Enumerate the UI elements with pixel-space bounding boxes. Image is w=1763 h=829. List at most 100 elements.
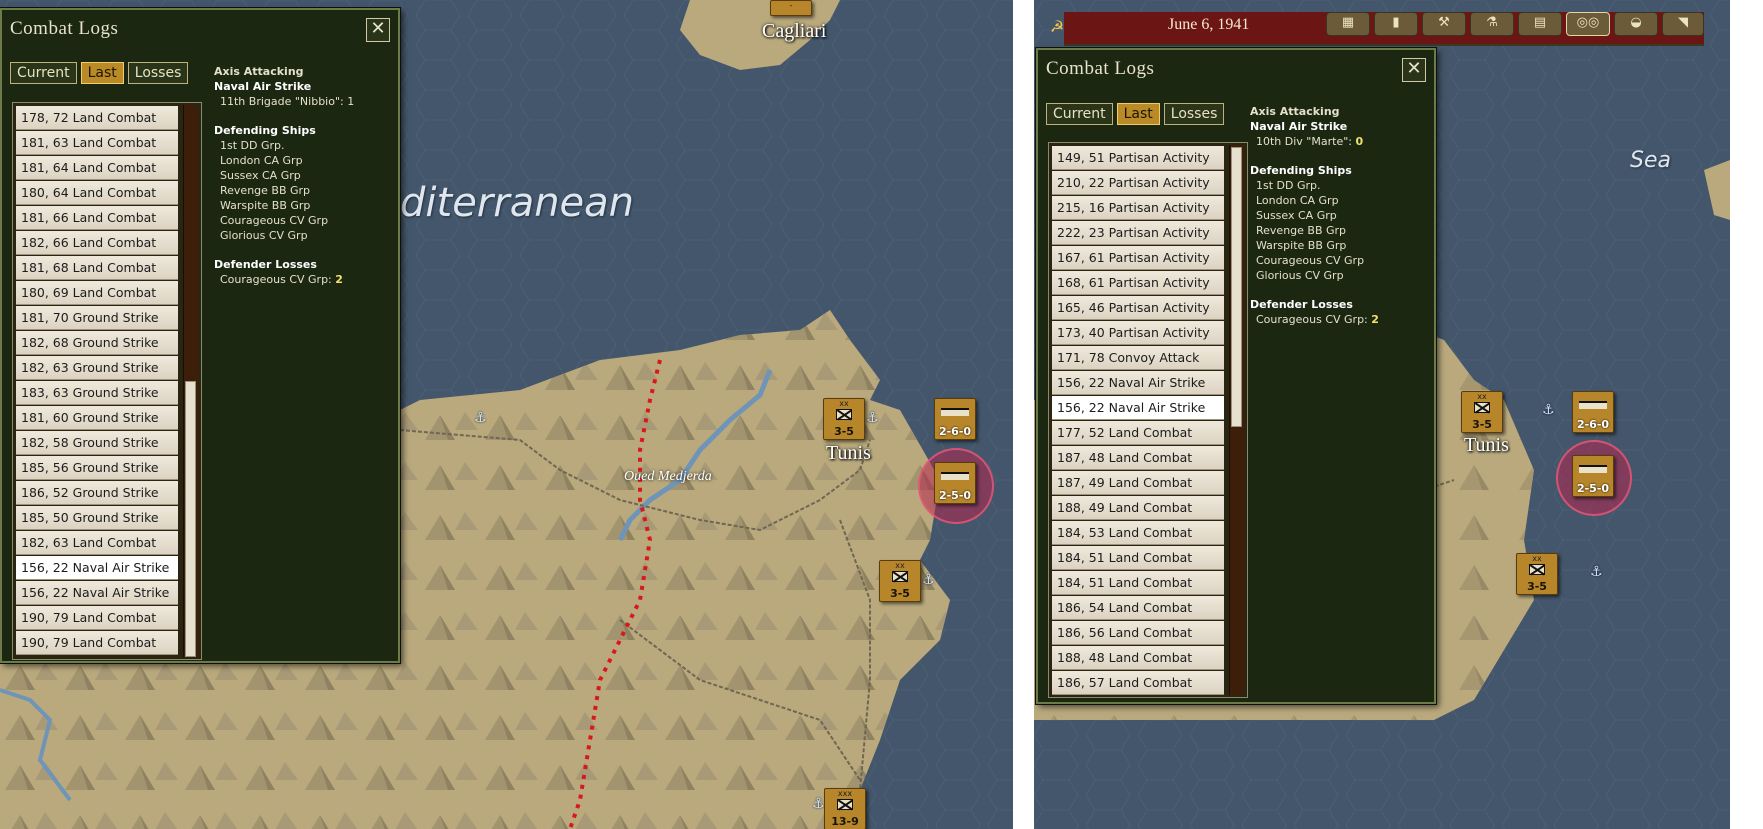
log-list-item[interactable]: 182, 63 Land Combat bbox=[16, 531, 178, 555]
unit-counter-infantry[interactable]: xx 3-5 bbox=[879, 560, 921, 602]
log-list-item[interactable]: 187, 48 Land Combat bbox=[1052, 446, 1224, 470]
unit-counter-corps[interactable]: xxx 13-9 bbox=[824, 788, 866, 829]
loss-line: Courageous CV Grp: 2 bbox=[1250, 312, 1430, 327]
defending-ship-item: 1st DD Grp. bbox=[1256, 179, 1321, 192]
scrollbar[interactable] bbox=[183, 105, 198, 657]
defender-losses-title: Defender Losses bbox=[1250, 298, 1353, 311]
defending-ship-item: Sussex CA Grp bbox=[220, 169, 301, 182]
hat-icon[interactable]: ◒ bbox=[1614, 12, 1658, 36]
log-list-item[interactable]: 186, 52 Ground Strike bbox=[16, 481, 178, 505]
unit-counter-top[interactable]: - bbox=[770, 0, 812, 16]
log-list-item[interactable]: 181, 66 Land Combat bbox=[16, 206, 178, 230]
log-list-item[interactable]: 177, 52 Land Combat bbox=[1052, 421, 1224, 445]
log-list-item[interactable]: 171, 78 Convoy Attack bbox=[1052, 346, 1224, 370]
infantry-icon bbox=[1529, 564, 1545, 575]
log-list-item[interactable]: 181, 63 Land Combat bbox=[16, 131, 178, 155]
unit-counter-naval-air[interactable]: 2-6-0 bbox=[1572, 391, 1614, 433]
log-list-item[interactable]: 181, 70 Ground Strike bbox=[16, 306, 178, 330]
log-list-item[interactable]: 156, 22 Naval Air Strike bbox=[16, 556, 178, 580]
combat-type: Naval Air Strike bbox=[1250, 120, 1348, 133]
report-icon[interactable]: ▤ bbox=[1518, 12, 1562, 36]
log-list-item[interactable]: 180, 69 Land Combat bbox=[16, 281, 178, 305]
log-list-item[interactable]: 181, 64 Land Combat bbox=[16, 156, 178, 180]
log-list-item[interactable]: 190, 79 Land Combat bbox=[16, 631, 178, 655]
log-list-item[interactable]: 184, 53 Land Combat bbox=[1052, 521, 1224, 545]
unit-counter-naval-air[interactable]: 2-5-0 bbox=[1572, 455, 1614, 497]
log-list-item[interactable]: 188, 48 Land Combat bbox=[1052, 646, 1224, 670]
log-list-item[interactable]: 185, 50 Ground Strike bbox=[16, 506, 178, 530]
log-list-item[interactable]: 173, 40 Partisan Activity bbox=[1052, 321, 1224, 345]
production-icon[interactable]: ⚒ bbox=[1422, 12, 1466, 36]
defending-ships-list: 1st DD Grp. London CA Grp Sussex CA Grp Rev… bbox=[1250, 178, 1430, 283]
attacker-name: 10th Div "Marte": bbox=[1256, 135, 1356, 148]
log-list-item[interactable]: 185, 56 Ground Strike bbox=[16, 456, 178, 480]
log-list-item[interactable]: 186, 56 Land Combat bbox=[1052, 621, 1224, 645]
naval-air-icon bbox=[941, 408, 969, 416]
binoculars-icon[interactable]: ◎◎ bbox=[1566, 12, 1610, 36]
research-icon[interactable]: ⚗ bbox=[1470, 12, 1514, 36]
log-list-item[interactable]: 182, 58 Ground Strike bbox=[16, 431, 178, 455]
log-list-item[interactable]: 149, 51 Partisan Activity bbox=[1052, 146, 1224, 170]
log-list-item[interactable]: 184, 51 Land Combat bbox=[1052, 546, 1224, 570]
log-list-item[interactable]: 183, 63 Ground Strike bbox=[16, 381, 178, 405]
loss-line: Courageous CV Grp: 2 bbox=[214, 272, 394, 287]
unit-strength: 3-5 bbox=[890, 587, 910, 600]
log-list-item[interactable]: 188, 49 Land Combat bbox=[1052, 496, 1224, 520]
unit-counter-infantry[interactable]: xx 3-5 bbox=[823, 398, 865, 440]
log-list-item[interactable]: 181, 60 Ground Strike bbox=[16, 406, 178, 430]
close-button[interactable]: ✕ bbox=[366, 18, 390, 42]
close-icon: ✕ bbox=[1406, 58, 1422, 79]
log-list-item[interactable]: 156, 22 Naval Air Strike bbox=[1052, 396, 1224, 420]
log-list-item[interactable]: 168, 61 Partisan Activity bbox=[1052, 271, 1224, 295]
log-list-item[interactable]: 167, 61 Partisan Activity bbox=[1052, 246, 1224, 270]
defender-losses-title: Defender Losses bbox=[214, 258, 317, 271]
log-list-item[interactable]: 182, 63 Ground Strike bbox=[16, 356, 178, 380]
combat-log-list[interactable]: 178, 72 Land Combat 181, 63 Land Combat 18… bbox=[12, 102, 202, 660]
more-icon[interactable]: ◥ bbox=[1662, 12, 1704, 36]
defending-ship-item: London CA Grp bbox=[220, 154, 303, 167]
tab-last[interactable]: Last bbox=[80, 62, 124, 84]
unit-counter-infantry[interactable]: xx 3-5 bbox=[1516, 553, 1558, 595]
log-list-item[interactable]: 190, 79 Land Combat bbox=[16, 606, 178, 630]
log-list-item[interactable]: 210, 22 Partisan Activity bbox=[1052, 171, 1224, 195]
attacking-side: Axis Attacking bbox=[214, 65, 304, 78]
scrollbar[interactable] bbox=[1229, 145, 1244, 695]
tab-current[interactable]: Current bbox=[10, 62, 77, 84]
log-list-item[interactable]: 178, 72 Land Combat bbox=[16, 106, 178, 130]
infantry-icon bbox=[1474, 402, 1490, 413]
log-list-item[interactable]: 165, 46 Partisan Activity bbox=[1052, 296, 1224, 320]
unit-size: xx bbox=[895, 561, 905, 570]
scrollbar-thumb[interactable] bbox=[1231, 147, 1242, 427]
log-list-item[interactable]: 215, 16 Partisan Activity bbox=[1052, 196, 1224, 220]
log-list-item[interactable]: 182, 66 Land Combat bbox=[16, 231, 178, 255]
unit-counter-naval-air[interactable]: 2-6-0 bbox=[934, 398, 976, 440]
log-list-item[interactable]: 184, 51 Land Combat bbox=[1052, 571, 1224, 595]
tab-losses[interactable]: Losses bbox=[1163, 103, 1225, 125]
loss-name: Courageous CV Grp: bbox=[220, 273, 336, 286]
scrollbar-thumb[interactable] bbox=[185, 381, 196, 657]
log-list-item[interactable]: 186, 54 Land Combat bbox=[1052, 596, 1224, 620]
unit-strength: 3-5 bbox=[1527, 580, 1547, 593]
log-list-item[interactable]: 182, 68 Ground Strike bbox=[16, 331, 178, 355]
log-list-item[interactable]: 156, 22 Naval Air Strike bbox=[16, 581, 178, 605]
tab-losses[interactable]: Losses bbox=[127, 62, 189, 84]
log-list-item[interactable]: 187, 49 Land Combat bbox=[1052, 471, 1224, 495]
tab-current[interactable]: Current bbox=[1046, 103, 1113, 125]
log-list-item[interactable]: 181, 68 Land Combat bbox=[16, 256, 178, 280]
tab-last[interactable]: Last bbox=[1116, 103, 1160, 125]
close-icon: ✕ bbox=[370, 18, 386, 39]
defending-ship-item: London CA Grp bbox=[1256, 194, 1339, 207]
log-list-item[interactable]: 156, 22 Naval Air Strike bbox=[1052, 371, 1224, 395]
unit-counter-naval-air[interactable]: 2-5-0 bbox=[934, 462, 976, 504]
log-tabs: Current Last Losses bbox=[10, 62, 189, 84]
combat-log-list[interactable]: 149, 51 Partisan Activity 210, 22 Partisa… bbox=[1048, 142, 1248, 698]
unit-counter-infantry[interactable]: xx 3-5 bbox=[1461, 391, 1503, 433]
defending-ship-item: Revenge BB Grp bbox=[1256, 224, 1347, 237]
log-list-item[interactable]: 222, 23 Partisan Activity bbox=[1052, 221, 1224, 245]
briefcase-icon[interactable]: ▮ bbox=[1374, 12, 1418, 36]
close-button[interactable]: ✕ bbox=[1402, 58, 1426, 82]
grid-icon[interactable]: ▦ bbox=[1326, 12, 1370, 36]
log-list-item[interactable]: 180, 64 Land Combat bbox=[16, 181, 178, 205]
infantry-icon bbox=[836, 409, 852, 420]
log-list-item[interactable]: 186, 57 Land Combat bbox=[1052, 671, 1224, 695]
